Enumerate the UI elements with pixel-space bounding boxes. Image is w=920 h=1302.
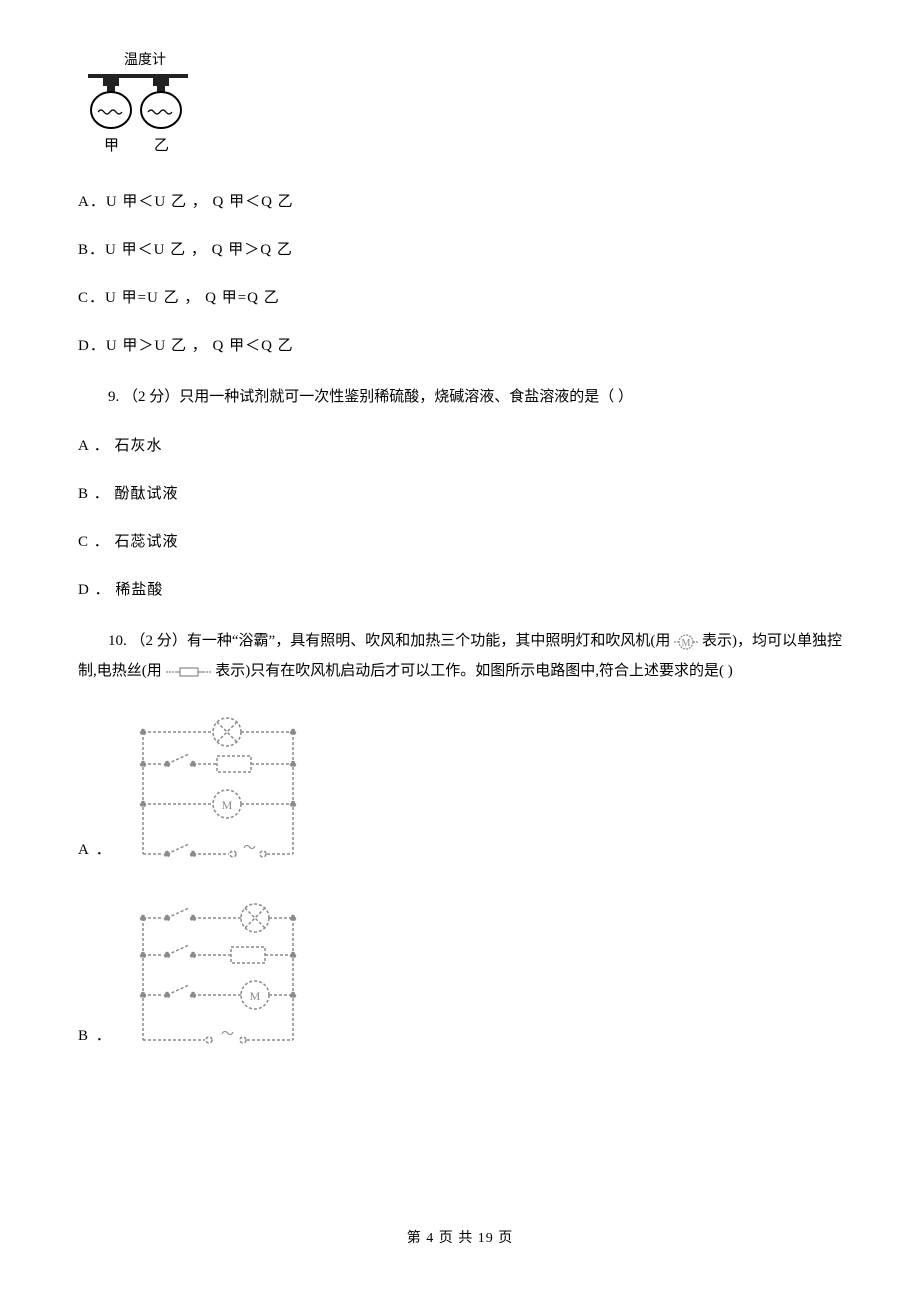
svg-text:M: M	[682, 638, 691, 649]
circuit-diagram-b: ～ M	[123, 900, 313, 1050]
svg-text:～: ～	[221, 1026, 234, 1041]
q8-figure: 温度计 甲 乙	[78, 48, 842, 168]
svg-text:甲: 甲	[104, 138, 119, 154]
resistor-symbol-icon	[166, 666, 212, 678]
q10-option-a: A ．	[78, 714, 842, 864]
svg-text:～: ～	[243, 840, 256, 855]
q9-option-b: B ． 酚酞试液	[78, 482, 842, 506]
q9-option-a: A ． 石灰水	[78, 434, 842, 458]
q10-option-b: B ．	[78, 900, 842, 1050]
q10-stem-part3: 表示)只有在吹风机启动后才可以工作。如图所示电路图中,符合上述要求的是( )	[215, 663, 733, 679]
q8-option-b: B．U 甲＜U 乙 ， Q 甲＞Q 乙	[78, 238, 842, 262]
q8-option-c: C．U 甲=U 乙 ， Q 甲=Q 乙	[78, 286, 842, 310]
q9-option-c: C ． 石蕊试液	[78, 530, 842, 554]
q9-stem-text: 9. （2 分）只用一种试剂就可一次性鉴别稀硫酸，烧碱溶液、食盐溶液的是（ ）	[78, 382, 842, 412]
q9-stem: 9. （2 分）只用一种试剂就可一次性鉴别稀硫酸，烧碱溶液、食盐溶液的是（ ）	[78, 382, 842, 412]
q10-stem: 10. （2 分）有一种“浴霸”，具有照明、吹风和加热三个功能，其中照明灯和吹风…	[78, 626, 842, 686]
svg-text:温度计: 温度计	[124, 52, 166, 68]
q10-stem-part1: 10. （2 分）有一种“浴霸”，具有照明、吹风和加热三个功能，其中照明灯和吹风…	[108, 633, 674, 649]
q8-option-d: D．U 甲＞U 乙 ， Q 甲＜Q 乙	[78, 334, 842, 358]
motor-symbol-icon: M	[674, 634, 698, 650]
thermometer-bulbs-diagram: 温度计 甲 乙	[78, 48, 196, 168]
q10-option-a-label: A ．	[78, 838, 113, 864]
q8-option-a: A．U 甲＜U 乙 ， Q 甲＜Q 乙	[78, 190, 842, 214]
q10-option-b-label: B ．	[78, 1024, 113, 1050]
svg-text:乙: 乙	[154, 138, 169, 154]
page-footer: 第 4 页 共 19 页	[0, 1228, 920, 1250]
svg-text:M: M	[249, 989, 260, 1003]
circuit-diagram-a: ～ M	[123, 714, 313, 864]
q9-option-d: D ． 稀盐酸	[78, 578, 842, 602]
svg-text:M: M	[221, 798, 232, 812]
